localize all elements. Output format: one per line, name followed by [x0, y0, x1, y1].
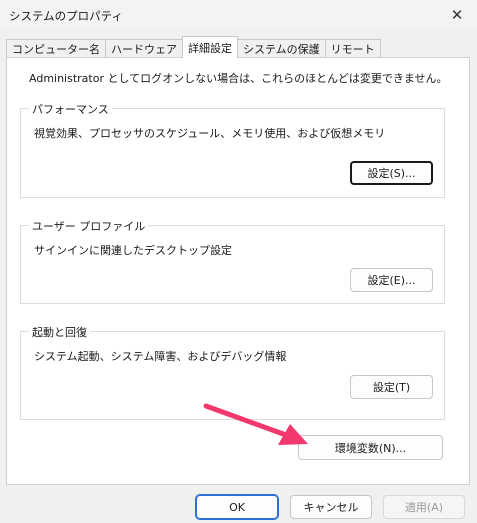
tab-system-protection[interactable]: システムの保護 [237, 39, 326, 58]
close-button[interactable]: ✕ [437, 0, 477, 30]
performance-description: 視覚効果、プロセッサのスケジュール、メモリ使用、および仮想メモリ [34, 127, 386, 140]
window-title: システムのプロパティ [9, 9, 123, 23]
title-bar: システムのプロパティ ✕ [0, 0, 477, 30]
startup-recovery-label: 起動と回復 [29, 324, 90, 340]
tab-hardware[interactable]: ハードウェア [105, 39, 183, 58]
ok-button[interactable]: OK [195, 494, 279, 520]
user-profile-description: サインインに関連したデスクトップ設定 [34, 244, 232, 257]
performance-label: パフォーマンス [29, 101, 112, 117]
startup-recovery-settings-button[interactable]: 設定(T) [350, 375, 433, 399]
close-icon: ✕ [450, 6, 464, 24]
performance-settings-button[interactable]: 設定(S)... [350, 161, 433, 185]
user-profile-label: ユーザー プロファイル [29, 218, 149, 234]
annotation-arrow [203, 403, 308, 445]
user-profile-group: ユーザー プロファイル サインインに関連したデスクトップ設定 設定(E)... [20, 218, 445, 304]
cancel-button[interactable]: キャンセル [290, 495, 372, 519]
startup-recovery-description: システム起動、システム障害、およびデバッグ情報 [34, 350, 287, 363]
tab-remote[interactable]: リモート [324, 39, 381, 58]
apply-button[interactable]: 適用(A) [383, 495, 465, 519]
tab-strip: コンピューター名 ハードウェア 詳細設定 システムの保護 リモート [6, 36, 381, 58]
user-profile-settings-button[interactable]: 設定(E)... [350, 268, 433, 292]
tab-advanced[interactable]: 詳細設定 [182, 36, 238, 58]
performance-group: パフォーマンス 視覚効果、プロセッサのスケジュール、メモリ使用、および仮想メモリ… [20, 101, 445, 198]
environment-variables-button[interactable]: 環境変数(N)... [298, 435, 443, 460]
tab-computer-name[interactable]: コンピューター名 [6, 39, 106, 58]
admin-note: Administrator としてログオンしない場合は、これらのほとんどは変更で… [29, 72, 448, 85]
